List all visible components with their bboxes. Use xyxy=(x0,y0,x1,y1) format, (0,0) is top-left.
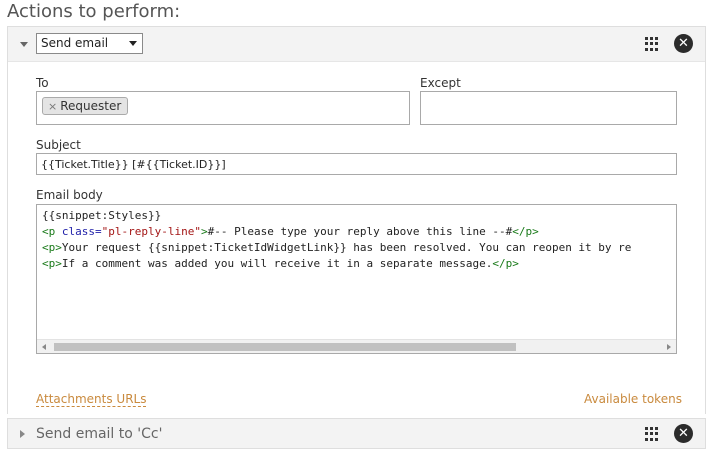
scroll-left-icon[interactable] xyxy=(42,344,46,350)
horizontal-scrollbar[interactable] xyxy=(37,339,676,353)
close-icon: ✕ xyxy=(678,36,689,51)
subject-value: {{Ticket.Title}} [#{{Ticket.ID}}] xyxy=(41,158,226,171)
available-tokens-link[interactable]: Available tokens xyxy=(584,392,682,406)
close-icon: ✕ xyxy=(678,426,689,441)
remove-chip-icon[interactable]: × xyxy=(48,100,57,113)
code-line-2: <p class="pl-reply-line">#-- Please type… xyxy=(42,225,539,238)
code-line-1: {{snippet:Styles}} xyxy=(42,209,162,222)
to-label: To xyxy=(36,76,49,90)
subject-input[interactable]: {{Ticket.Title}} [#{{Ticket.ID}}] xyxy=(36,153,677,175)
chevron-down-icon xyxy=(129,41,137,46)
except-label: Except xyxy=(420,76,461,90)
to-field[interactable]: × Requester xyxy=(36,91,410,125)
action-type-select[interactable]: Send email xyxy=(36,33,143,54)
recipient-chip: × Requester xyxy=(42,97,129,115)
attachments-urls-link[interactable]: Attachments URLs xyxy=(36,392,147,407)
action-panel-send-email: Send email ✕ To × Requester Except Subjec… xyxy=(7,26,706,414)
code-line-4: <p>If a comment was added you will recei… xyxy=(42,257,519,270)
action-panel-send-email-cc: Send email to 'Cc' ✕ xyxy=(7,418,706,449)
email-body-editor[interactable]: {{snippet:Styles}} <p class="pl-reply-li… xyxy=(36,204,677,354)
scrollbar-thumb[interactable] xyxy=(54,343,516,351)
collapse-caret-icon[interactable] xyxy=(20,42,28,47)
scroll-right-icon[interactable] xyxy=(667,344,671,350)
remove-action-button[interactable]: ✕ xyxy=(674,34,693,53)
action-type-value: Send email xyxy=(41,36,109,50)
subject-label: Subject xyxy=(36,138,81,152)
email-body-label: Email body xyxy=(36,188,103,202)
code-line-3: <p>Your request {{snippet:TicketIdWidget… xyxy=(42,241,632,254)
action-panel-header: Send email ✕ xyxy=(8,27,705,61)
action-panel-body: To × Requester Except Subject {{Ticket.Ti… xyxy=(8,61,705,414)
recipient-chip-label: Requester xyxy=(60,99,122,113)
except-field[interactable] xyxy=(420,91,677,125)
drag-handle-icon[interactable] xyxy=(645,37,659,51)
expand-caret-icon[interactable] xyxy=(20,430,25,438)
remove-action-button[interactable]: ✕ xyxy=(674,424,693,443)
drag-handle-icon[interactable] xyxy=(645,427,659,441)
action-title[interactable]: Send email to 'Cc' xyxy=(36,426,162,442)
section-title: Actions to perform: xyxy=(7,1,181,22)
